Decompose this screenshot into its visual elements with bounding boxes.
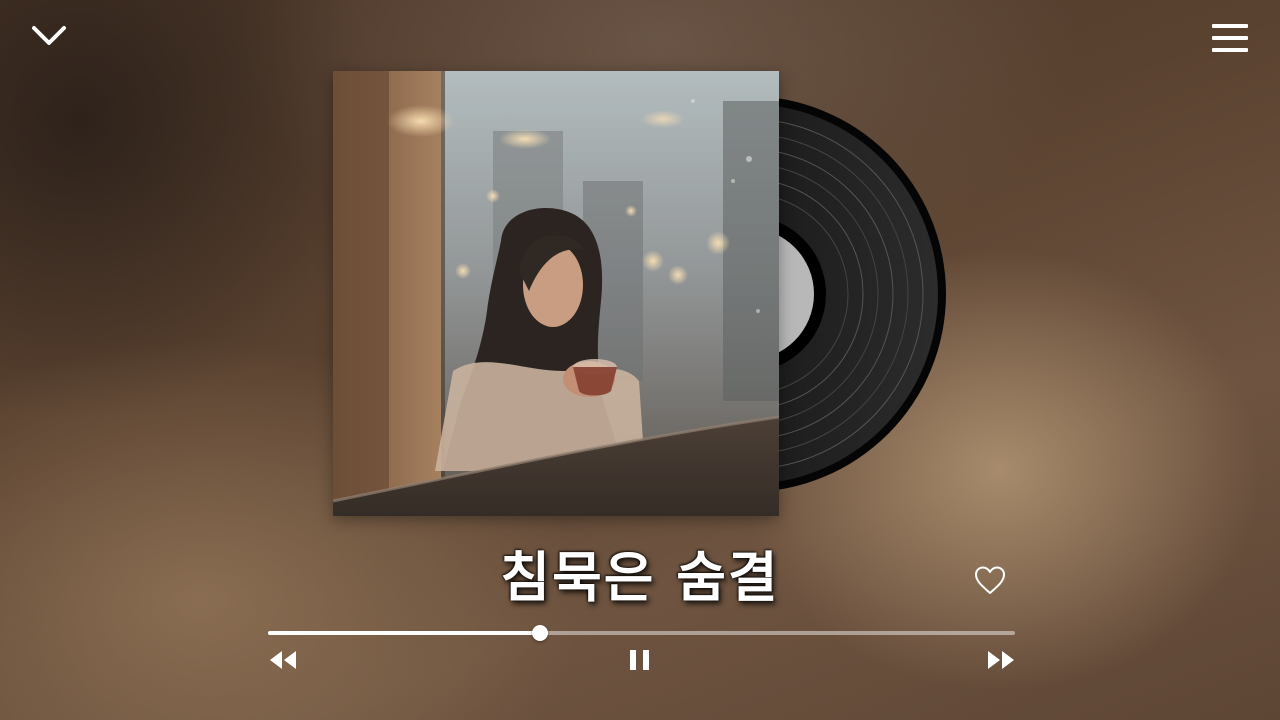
chevron-down-icon xyxy=(32,26,66,45)
fast-forward-button[interactable] xyxy=(985,648,1017,672)
menu-button[interactable] xyxy=(1212,24,1248,54)
song-title: 침묵은 숨결 xyxy=(500,546,780,609)
heart-outline-icon xyxy=(975,566,1005,594)
pause-button[interactable] xyxy=(626,647,654,673)
album-cover-art xyxy=(333,71,779,516)
rewind-button[interactable] xyxy=(268,648,300,672)
pause-icon xyxy=(630,650,649,670)
progress-bar[interactable] xyxy=(268,625,1015,641)
rewind-icon xyxy=(270,651,296,669)
progress-fill xyxy=(268,631,540,635)
collapse-button[interactable] xyxy=(30,22,68,50)
fast-forward-icon xyxy=(988,651,1014,669)
like-button[interactable] xyxy=(972,562,1008,598)
progress-thumb[interactable] xyxy=(531,625,548,641)
music-player: 침묵은 숨결 xyxy=(0,0,1280,720)
